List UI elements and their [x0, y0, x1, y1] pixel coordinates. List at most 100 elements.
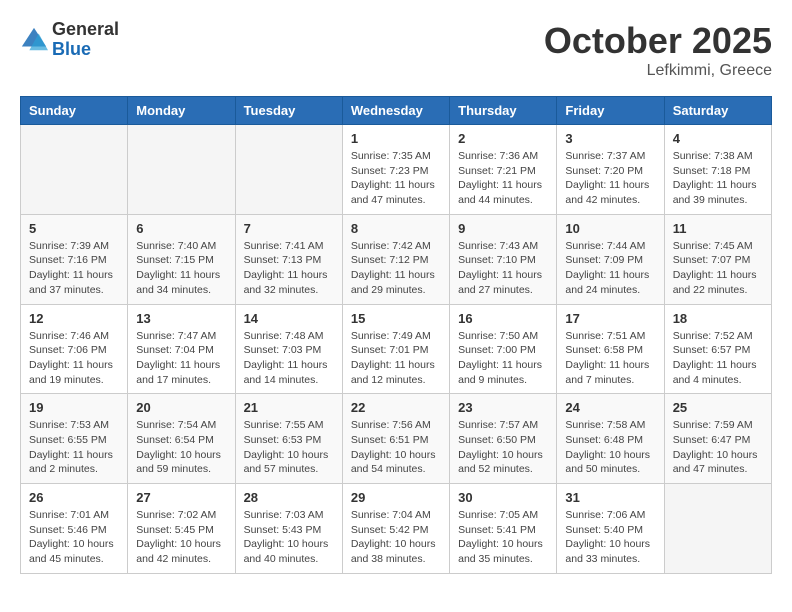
- day-info: Sunrise: 7:47 AM Sunset: 7:04 PM Dayligh…: [136, 329, 226, 388]
- calendar-week-row: 5Sunrise: 7:39 AM Sunset: 7:16 PM Daylig…: [21, 214, 772, 304]
- day-info: Sunrise: 7:50 AM Sunset: 7:00 PM Dayligh…: [458, 329, 548, 388]
- location: Lefkimmi, Greece: [544, 62, 772, 80]
- col-monday: Monday: [128, 97, 235, 125]
- table-row: [664, 484, 771, 574]
- page-header: General Blue October 2025 Lefkimmi, Gree…: [20, 20, 772, 80]
- day-number: 15: [351, 311, 441, 326]
- day-info: Sunrise: 7:41 AM Sunset: 7:13 PM Dayligh…: [244, 239, 334, 298]
- table-row: 13Sunrise: 7:47 AM Sunset: 7:04 PM Dayli…: [128, 304, 235, 394]
- table-row: 31 Sunrise: 7:06 AM Sunset: 5:40 PM Dayli…: [557, 484, 664, 574]
- calendar-week-row: 19 Sunrise: 7:53 AM Sunset: 6:55 PM Dayli…: [21, 394, 772, 484]
- day-info: Sunrise: 7:42 AM Sunset: 7:12 PM Dayligh…: [351, 239, 441, 298]
- day-number: 3: [565, 131, 655, 146]
- day-number: 28: [244, 490, 334, 505]
- title-block: October 2025 Lefkimmi, Greece: [544, 20, 772, 80]
- day-info: Sunrise: 7:59 AM Sunset: 6:47 PM Dayligh…: [673, 418, 763, 477]
- table-row: 6Sunrise: 7:40 AM Sunset: 7:15 PM Daylig…: [128, 214, 235, 304]
- col-wednesday: Wednesday: [342, 97, 449, 125]
- table-row: 19 Sunrise: 7:53 AM Sunset: 6:55 PM Dayli…: [21, 394, 128, 484]
- day-info: Sunrise: 7:01 AM Sunset: 5:46 PM Dayligh…: [29, 508, 119, 567]
- day-number: 16: [458, 311, 548, 326]
- day-info: Sunrise: 7:36 AM Sunset: 7:21 PM Dayligh…: [458, 149, 548, 208]
- table-row: 22 Sunrise: 7:56 AM Sunset: 6:51 PM Dayli…: [342, 394, 449, 484]
- table-row: 7Sunrise: 7:41 AM Sunset: 7:13 PM Daylig…: [235, 214, 342, 304]
- table-row: 10 Sunrise: 7:44 AM Sunset: 7:09 PM Dayli…: [557, 214, 664, 304]
- day-info: Sunrise: 7:55 AM Sunset: 6:53 PM Dayligh…: [244, 418, 334, 477]
- table-row: 30Sunrise: 7:05 AM Sunset: 5:41 PM Dayli…: [450, 484, 557, 574]
- day-number: 14: [244, 311, 334, 326]
- day-number: 26: [29, 490, 119, 505]
- logo: General Blue: [20, 20, 119, 60]
- day-number: 29: [351, 490, 441, 505]
- day-number: 19: [29, 400, 119, 415]
- day-number: 12: [29, 311, 119, 326]
- day-number: 22: [351, 400, 441, 415]
- table-row: 12Sunrise: 7:46 AM Sunset: 7:06 PM Dayli…: [21, 304, 128, 394]
- day-info: Sunrise: 7:48 AM Sunset: 7:03 PM Dayligh…: [244, 329, 334, 388]
- day-info: Sunrise: 7:04 AM Sunset: 5:42 PM Dayligh…: [351, 508, 441, 567]
- day-number: 17: [565, 311, 655, 326]
- day-number: 23: [458, 400, 548, 415]
- day-number: 5: [29, 221, 119, 236]
- day-number: 10: [565, 221, 655, 236]
- calendar-week-row: 12Sunrise: 7:46 AM Sunset: 7:06 PM Dayli…: [21, 304, 772, 394]
- table-row: 11 Sunrise: 7:45 AM Sunset: 7:07 PM Dayli…: [664, 214, 771, 304]
- table-row: 20Sunrise: 7:54 AM Sunset: 6:54 PM Dayli…: [128, 394, 235, 484]
- day-info: Sunrise: 7:57 AM Sunset: 6:50 PM Dayligh…: [458, 418, 548, 477]
- day-info: Sunrise: 7:06 AM Sunset: 5:40 PM Dayligh…: [565, 508, 655, 567]
- table-row: 21 Sunrise: 7:55 AM Sunset: 6:53 PM Dayli…: [235, 394, 342, 484]
- col-friday: Friday: [557, 97, 664, 125]
- day-info: Sunrise: 7:49 AM Sunset: 7:01 PM Dayligh…: [351, 329, 441, 388]
- day-number: 6: [136, 221, 226, 236]
- day-info: Sunrise: 7:45 AM Sunset: 7:07 PM Dayligh…: [673, 239, 763, 298]
- logo-text: General Blue: [52, 20, 119, 60]
- day-info: Sunrise: 7:37 AM Sunset: 7:20 PM Dayligh…: [565, 149, 655, 208]
- day-number: 2: [458, 131, 548, 146]
- table-row: 27 Sunrise: 7:02 AM Sunset: 5:45 PM Dayli…: [128, 484, 235, 574]
- table-row: 25 Sunrise: 7:59 AM Sunset: 6:47 PM Dayli…: [664, 394, 771, 484]
- table-row: 17Sunrise: 7:51 AM Sunset: 6:58 PM Dayli…: [557, 304, 664, 394]
- col-sunday: Sunday: [21, 97, 128, 125]
- calendar-week-row: 1 Sunrise: 7:35 AM Sunset: 7:23 PM Daylig…: [21, 125, 772, 215]
- table-row: 3 Sunrise: 7:37 AM Sunset: 7:20 PM Daylig…: [557, 125, 664, 215]
- day-number: 30: [458, 490, 548, 505]
- calendar-week-row: 26 Sunrise: 7:01 AM Sunset: 5:46 PM Dayli…: [21, 484, 772, 574]
- day-number: 27: [136, 490, 226, 505]
- table-row: 5Sunrise: 7:39 AM Sunset: 7:16 PM Daylig…: [21, 214, 128, 304]
- logo-general: General: [52, 20, 119, 40]
- table-row: 16 Sunrise: 7:50 AM Sunset: 7:00 PM Dayli…: [450, 304, 557, 394]
- table-row: 2 Sunrise: 7:36 AM Sunset: 7:21 PM Daylig…: [450, 125, 557, 215]
- day-number: 4: [673, 131, 763, 146]
- day-number: 11: [673, 221, 763, 236]
- table-row: [235, 125, 342, 215]
- day-number: 1: [351, 131, 441, 146]
- day-info: Sunrise: 7:44 AM Sunset: 7:09 PM Dayligh…: [565, 239, 655, 298]
- col-thursday: Thursday: [450, 97, 557, 125]
- table-row: 8 Sunrise: 7:42 AM Sunset: 7:12 PM Daylig…: [342, 214, 449, 304]
- table-row: [21, 125, 128, 215]
- day-info: Sunrise: 7:54 AM Sunset: 6:54 PM Dayligh…: [136, 418, 226, 477]
- table-row: 15 Sunrise: 7:49 AM Sunset: 7:01 PM Dayli…: [342, 304, 449, 394]
- day-number: 25: [673, 400, 763, 415]
- day-info: Sunrise: 7:43 AM Sunset: 7:10 PM Dayligh…: [458, 239, 548, 298]
- day-number: 24: [565, 400, 655, 415]
- day-info: Sunrise: 7:56 AM Sunset: 6:51 PM Dayligh…: [351, 418, 441, 477]
- table-row: 4Sunrise: 7:38 AM Sunset: 7:18 PM Daylig…: [664, 125, 771, 215]
- calendar: Sunday Monday Tuesday Wednesday Thursday…: [20, 96, 772, 574]
- day-info: Sunrise: 7:53 AM Sunset: 6:55 PM Dayligh…: [29, 418, 119, 477]
- day-number: 21: [244, 400, 334, 415]
- day-number: 31: [565, 490, 655, 505]
- month-title: October 2025: [544, 20, 772, 62]
- calendar-header-row: Sunday Monday Tuesday Wednesday Thursday…: [21, 97, 772, 125]
- day-info: Sunrise: 7:35 AM Sunset: 7:23 PM Dayligh…: [351, 149, 441, 208]
- col-saturday: Saturday: [664, 97, 771, 125]
- table-row: 24Sunrise: 7:58 AM Sunset: 6:48 PM Dayli…: [557, 394, 664, 484]
- table-row: 1 Sunrise: 7:35 AM Sunset: 7:23 PM Daylig…: [342, 125, 449, 215]
- day-number: 8: [351, 221, 441, 236]
- day-info: Sunrise: 7:02 AM Sunset: 5:45 PM Dayligh…: [136, 508, 226, 567]
- table-row: [128, 125, 235, 215]
- day-number: 9: [458, 221, 548, 236]
- logo-icon: [20, 26, 48, 54]
- table-row: 29 Sunrise: 7:04 AM Sunset: 5:42 PM Dayli…: [342, 484, 449, 574]
- day-info: Sunrise: 7:52 AM Sunset: 6:57 PM Dayligh…: [673, 329, 763, 388]
